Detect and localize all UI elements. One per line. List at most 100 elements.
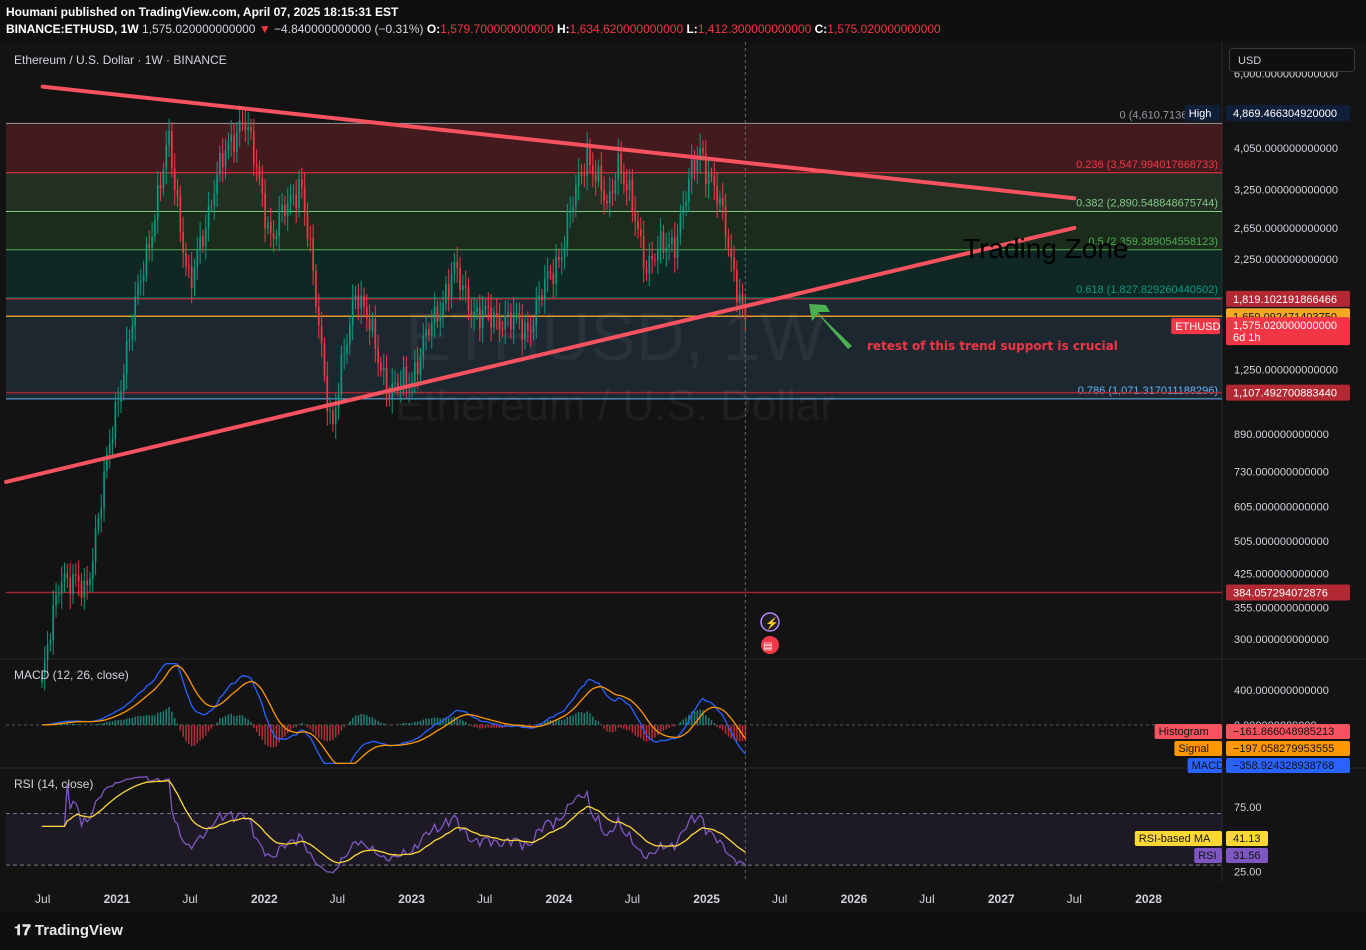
candle-body [730, 248, 733, 258]
close-value: 1,575.020000000000 [827, 22, 941, 36]
candle-body [654, 259, 656, 261]
macd-title: MACD (12, 26, close) [14, 668, 129, 682]
candle-body [351, 299, 354, 326]
candle-body [365, 306, 368, 319]
candle-body [148, 243, 151, 248]
macd-tick-label: 400.000000000000 [1234, 685, 1329, 697]
candle-body [52, 605, 55, 641]
candle-body [142, 275, 145, 282]
price-tick-label: 730.000000000000 [1234, 466, 1329, 478]
candle-body [436, 306, 439, 322]
candle-body [470, 310, 473, 317]
candle-body [117, 401, 120, 403]
candle-body [131, 326, 134, 340]
candle-body [357, 295, 360, 309]
price-tick-label: 300.000000000000 [1234, 634, 1329, 646]
candle-body [216, 174, 218, 194]
candle-body [484, 305, 487, 311]
candle-body [662, 231, 665, 253]
candle-body [620, 153, 622, 173]
candle-body [284, 204, 286, 217]
candle-body [623, 172, 625, 185]
candle-body [137, 282, 139, 297]
candle-body [103, 471, 105, 509]
price-tick-label: 4,050.000000000000 [1234, 143, 1338, 155]
candle-body [490, 307, 492, 328]
candle-body [187, 266, 190, 268]
candle-body [100, 508, 103, 519]
candle-body [611, 191, 614, 194]
rsi-label-tag: RSI [1198, 850, 1216, 862]
candle-body [114, 402, 117, 439]
candle-body [312, 239, 314, 271]
candle-body [309, 238, 312, 240]
candle-body [125, 341, 128, 375]
candle-body [569, 211, 572, 214]
candle-body [224, 150, 227, 168]
price-tick-label: 505.000000000000 [1234, 536, 1329, 548]
macd-label-value: −197.058279953555 [1233, 743, 1334, 755]
tradingview-logo[interactable]: 𝟏𝟕 TradingView [14, 922, 123, 939]
candle-body [631, 179, 634, 212]
candle-body [642, 235, 645, 268]
candle-body [303, 186, 306, 212]
candle-body [281, 204, 283, 211]
candle-body [495, 312, 498, 316]
candle-body [639, 229, 642, 236]
candle-body [690, 159, 693, 179]
trading-zone-annotation: Trading Zone [963, 233, 1129, 264]
price-tick-label: 355.000000000000 [1234, 602, 1329, 614]
currency-selector[interactable]: USD [1229, 48, 1355, 72]
candle-body [428, 329, 430, 336]
candle-body [510, 312, 512, 330]
candle-body [145, 243, 148, 276]
candle-body [83, 580, 86, 598]
candle-body [72, 574, 74, 595]
candle-body [207, 205, 210, 228]
candle-body [250, 126, 252, 132]
time-tick-label: Jul [772, 892, 787, 906]
price-tick-label: 605.000000000000 [1234, 502, 1329, 514]
candle-body [679, 213, 682, 236]
candle-body [55, 594, 57, 606]
candle-body [165, 145, 168, 170]
price-chart[interactable]: 0 (4,610.7136059030.236 (3,547.994017668… [0, 42, 1366, 912]
candle-body [467, 287, 470, 311]
candle-body [193, 267, 196, 289]
candle-body [269, 221, 272, 234]
candle-body [63, 573, 66, 582]
fib-level-label: 0.786 (1,071.317011188296) [1078, 385, 1218, 397]
price-label-countdown: 6d 1h [1233, 332, 1261, 344]
candle-body [332, 410, 334, 425]
watermark-name: Ethereum / U.S. Dollar [395, 381, 835, 430]
high-label: H: [557, 22, 570, 36]
price-label-value: 1,575.020000000000 [1233, 320, 1337, 332]
candle-body [46, 644, 49, 661]
lightning-glyph: ⚡ [765, 617, 779, 630]
last-price: 1,575.020000000000 [142, 22, 256, 36]
time-tick-label: 2023 [398, 892, 425, 906]
candle-body [504, 315, 507, 330]
candle-body [501, 329, 504, 331]
chart-frame[interactable]: 0 (4,610.713605903 0.236 (3,547.994017668… [0, 42, 1366, 912]
candle-body [377, 348, 379, 363]
candle-body [555, 256, 557, 284]
price-label-value: 1,819.102191866466 [1233, 294, 1337, 306]
candle-body [388, 393, 391, 399]
candle-body [481, 310, 484, 329]
candle-body [58, 593, 60, 595]
candle-body [625, 184, 628, 191]
fib-level-label: 0.382 (2,890.548848675744) [1076, 197, 1218, 209]
candle-body [563, 247, 566, 258]
candle-body [213, 193, 216, 206]
rsi-label-tag: RSI-based MA [1139, 833, 1211, 845]
price-tick-label: 425.000000000000 [1234, 568, 1329, 580]
candle-body [645, 267, 648, 274]
candle-body [518, 312, 521, 319]
candle-body [416, 361, 419, 374]
candle-body [736, 270, 738, 303]
candle-body [583, 175, 586, 177]
candle-body [572, 206, 574, 212]
candle-body [190, 266, 193, 289]
fib-level-label: 0.618 (1,827.829260440502) [1076, 284, 1218, 296]
